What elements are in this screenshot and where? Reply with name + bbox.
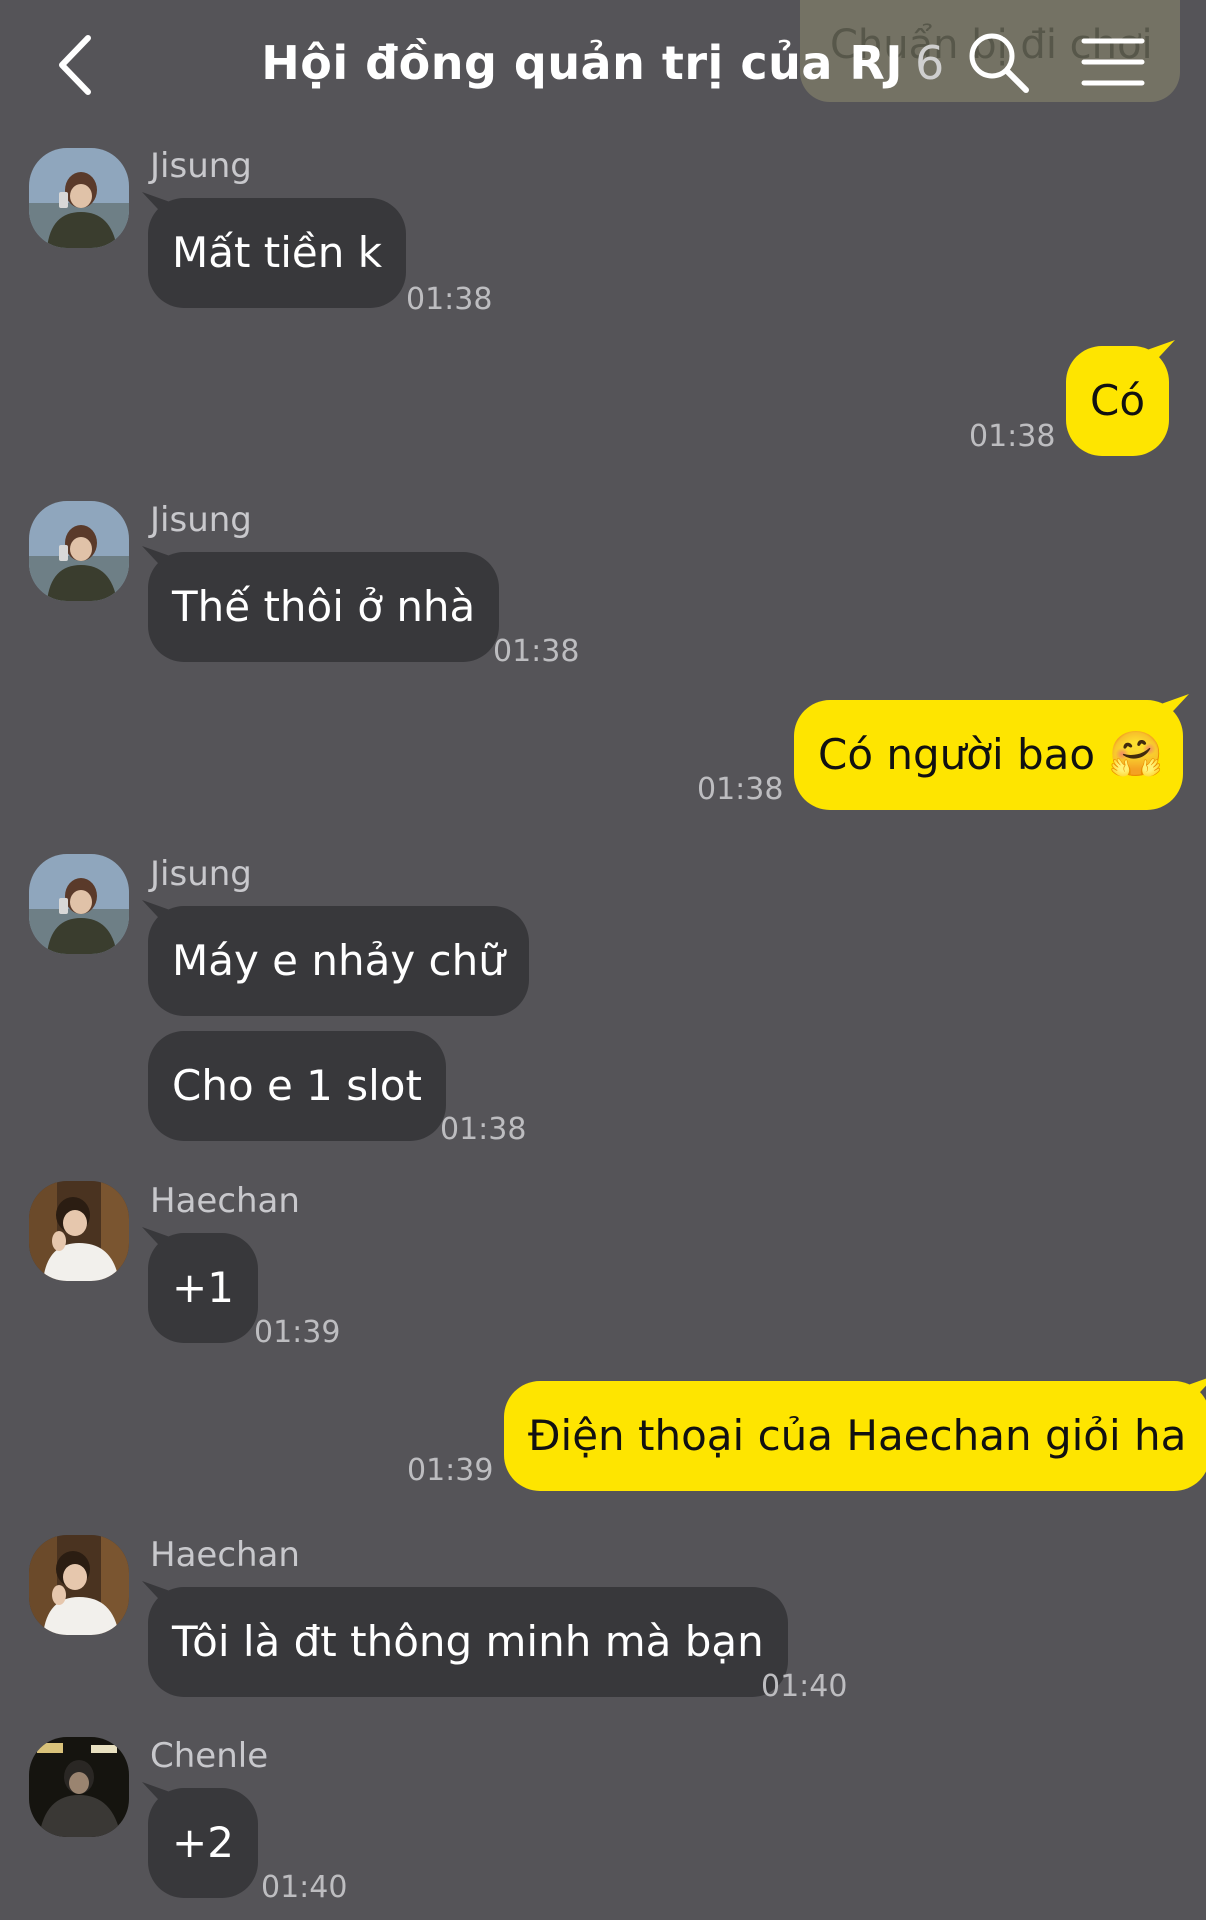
message-time: 01:38	[697, 772, 784, 807]
message-time: 01:38	[440, 1112, 527, 1147]
chat-screen: Chuẩn bị đi chơi Hội đồng quản trị của R…	[0, 0, 1206, 1920]
message-text: Điện thoại của Haechan giỏi ha	[528, 1411, 1187, 1460]
sender-name: Jisung	[150, 500, 252, 540]
avatar-chenle-image	[29, 1737, 129, 1837]
avatar-haechan-image	[29, 1535, 129, 1635]
avatar-jisung[interactable]	[29, 501, 129, 601]
message-text: Tôi là đt thông minh mà bạn	[172, 1617, 764, 1666]
bubble-tail	[142, 546, 170, 576]
message-time: 01:38	[493, 634, 580, 669]
chat-title-text: Hội đồng quản trị của RJ	[261, 36, 903, 90]
sender-name: Haechan	[150, 1181, 300, 1221]
message-text: +1	[172, 1263, 234, 1312]
avatar-haechan[interactable]	[29, 1535, 129, 1635]
message-bubble-outgoing[interactable]: Điện thoại của Haechan giỏi ha	[504, 1378, 1206, 1491]
message-time: 01:39	[407, 1453, 494, 1488]
bubble-tail	[142, 192, 170, 222]
message-time: 01:38	[969, 419, 1056, 454]
bubble-tail	[142, 1782, 170, 1812]
message-bubble-incoming[interactable]: Máy e nhảy chữ	[142, 900, 529, 1016]
message-bubble-incoming[interactable]: +2	[142, 1782, 258, 1898]
message-bubble-incoming[interactable]: +1	[142, 1227, 258, 1343]
bubble-tail	[142, 900, 170, 930]
sender-name: Jisung	[150, 146, 252, 186]
bubble-tail	[142, 1581, 170, 1611]
message-text: Có người bao	[818, 730, 1096, 779]
message-time: 01:38	[406, 282, 493, 317]
avatar-jisung-image	[29, 501, 129, 601]
sender-name: Jisung	[150, 854, 252, 894]
avatar-haechan[interactable]	[29, 1181, 129, 1281]
message-bubble-incoming[interactable]: Tôi là đt thông minh mà bạn	[142, 1581, 788, 1697]
avatar-chenle[interactable]	[29, 1737, 129, 1837]
sender-name: Haechan	[150, 1535, 300, 1575]
menu-button[interactable]	[1080, 36, 1146, 88]
message-text: +2	[172, 1818, 234, 1867]
bubble-tail	[1188, 1378, 1206, 1405]
message-text: Có	[1090, 376, 1146, 425]
message-bubble-incoming[interactable]: Thế thôi ở nhà	[142, 546, 500, 662]
message-bubble-incoming[interactable]: Cho e 1 slot	[148, 1031, 446, 1141]
bubble-tail	[1161, 694, 1190, 724]
member-count: 6	[914, 36, 945, 90]
message-text: Thế thôi ở nhà	[172, 582, 476, 631]
avatar-jisung[interactable]	[29, 148, 129, 248]
message-time: 01:40	[261, 1870, 348, 1905]
message-bubble-outgoing[interactable]: Có người bao 🤗	[794, 694, 1190, 810]
chat-header: Chuẩn bị đi chơi Hội đồng quản trị của R…	[0, 0, 1206, 128]
message-time: 01:39	[254, 1315, 341, 1350]
bubble-tail	[1147, 340, 1176, 370]
search-icon	[969, 33, 1029, 93]
avatar-jisung-image	[29, 148, 129, 248]
bubble-tail	[142, 1227, 170, 1257]
avatar-jisung[interactable]	[29, 854, 129, 954]
menu-icon	[1081, 38, 1145, 86]
avatar-jisung-image	[29, 854, 129, 954]
hugging-face-emoji: 🤗	[1108, 729, 1164, 780]
avatar-haechan-image	[29, 1181, 129, 1281]
message-bubble-outgoing[interactable]: Có	[1066, 340, 1176, 456]
message-time: 01:40	[761, 1669, 848, 1704]
message-bubble-incoming[interactable]: Mất tiền k	[142, 192, 407, 308]
message-text: Mất tiền k	[172, 228, 383, 277]
sender-name: Chenle	[150, 1736, 269, 1776]
search-button[interactable]	[966, 30, 1032, 96]
message-text: Cho e 1 slot	[172, 1061, 422, 1110]
message-text: Máy e nhảy chữ	[172, 936, 505, 985]
